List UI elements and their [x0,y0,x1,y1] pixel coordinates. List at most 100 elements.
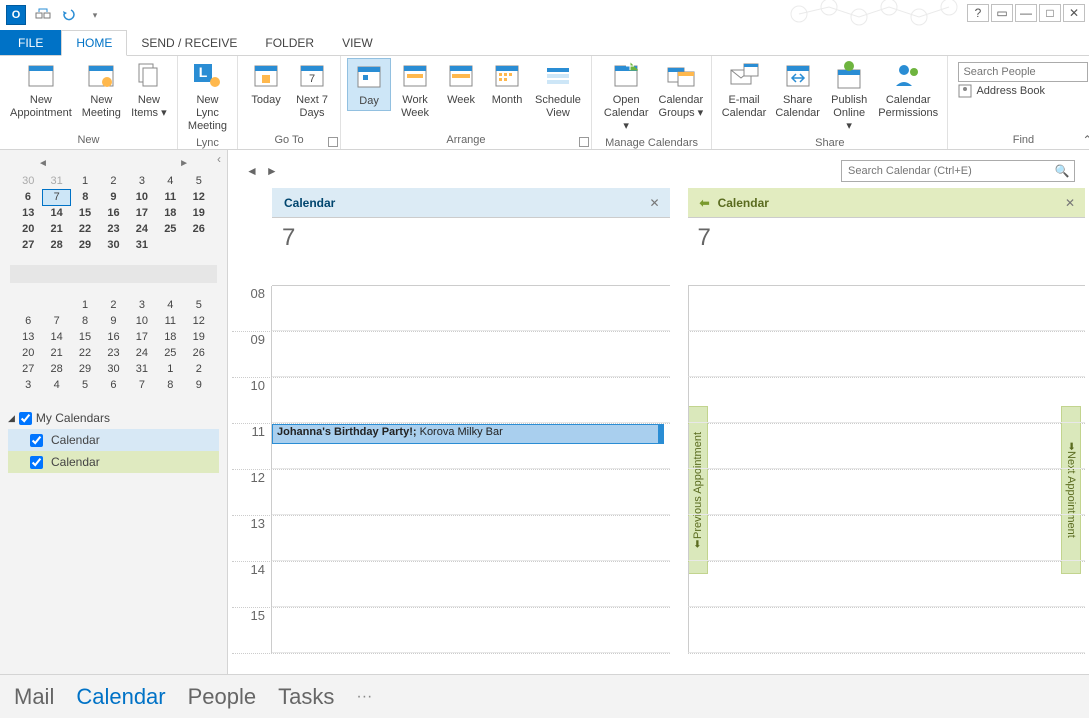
label: Calendar [51,455,100,469]
label: Work Week [401,94,429,120]
label: Day [359,95,379,108]
tab-file[interactable]: FILE [0,30,61,55]
tab-folder[interactable]: FOLDER [251,30,328,55]
dialog-launcher-icon[interactable] [579,137,589,147]
label: Calendar [718,196,769,210]
schedule-view-button[interactable]: Schedule View [531,58,585,122]
open-calendar-button[interactable]: Open Calendar ▾ [598,58,655,135]
next-day-icon[interactable]: ► [262,164,282,178]
group-label: Manage Calendars [598,135,705,151]
calendar-item-1[interactable]: Calendar [8,429,219,451]
calendar-groups-button[interactable]: Calendar Groups ▾ [656,58,705,122]
maximize-icon[interactable]: □ [1039,4,1061,22]
publish-online-button[interactable]: Publish Online ▾ [825,58,872,135]
minimize-icon[interactable]: — [1015,4,1037,22]
calendar-permissions-button[interactable]: Calendar Permissions [875,58,942,122]
label: Address Book [976,85,1044,97]
label: New Meeting [82,94,121,120]
label: New Items ▾ [131,94,166,120]
outlook-icon: O [6,5,26,25]
day-button[interactable]: Day [347,58,391,111]
help-icon[interactable]: ? [967,4,989,22]
appointment[interactable]: Johanna's Birthday Party!; Korova Milky … [272,424,664,444]
calendar-checkbox[interactable] [30,434,43,447]
tab-view[interactable]: VIEW [328,30,387,55]
day-header-2: 7 [688,218,1086,286]
search-icon[interactable]: 🔍 [1050,164,1074,178]
svg-text:7: 7 [309,73,315,85]
week-button[interactable]: Week [439,58,483,109]
email-calendar-button[interactable]: E-mail Calendar [718,58,770,122]
search-calendar-input[interactable] [842,165,1050,177]
address-book-button[interactable]: Address Book [958,84,1088,98]
label: New Lync Meeting [188,94,227,133]
label: Today [251,94,280,107]
new-lync-meeting-button[interactable]: L New Lync Meeting [184,58,231,135]
nav-tasks[interactable]: Tasks [278,684,334,710]
calendar-item-2[interactable]: Calendar [8,451,219,473]
prev-month-icon[interactable]: ◄ [38,158,48,169]
send-receive-qat-icon[interactable] [34,6,52,24]
nav-mail[interactable]: Mail [14,684,54,710]
group-label: Share [718,135,941,151]
qat-customize-icon[interactable]: ▾ [86,6,104,24]
ribbon-group-manage: Open Calendar ▾ Calendar Groups ▾ Manage… [592,56,712,149]
my-calendars-checkbox[interactable] [19,412,32,425]
label: E-mail Calendar [722,94,767,120]
calendar-checkbox[interactable] [30,456,43,469]
close-tab-icon[interactable]: ✕ [1065,196,1075,210]
calendar-pane-1: Calendar✕ 7 08091011Johanna's Birthday P… [272,188,670,674]
ribbon-group-find: Address Book Find ⌃ [948,56,1089,149]
group-label: Go To [244,132,334,148]
calendar-tab-2[interactable]: ⬅ Calendar ✕ [688,188,1086,218]
group-label: Arrange [347,132,585,148]
decorative-pattern [779,0,999,29]
next-month-icon[interactable]: ► [179,158,189,169]
ribbon-tabs: FILE HOME SEND / RECEIVE FOLDER VIEW [0,30,1089,56]
my-calendars-header[interactable]: ◢My Calendars [8,407,219,429]
new-meeting-button[interactable]: New Meeting [78,58,125,122]
search-calendar[interactable]: 🔍 [841,160,1075,182]
collapse-ribbon-icon[interactable]: ⌃ [1082,133,1089,147]
close-tab-icon[interactable]: ✕ [649,196,659,210]
calendar-pane-2: ⬅ Calendar ✕ 7 ⬅ Previous Appointment ➡ Ne… [688,188,1086,674]
next-7-days-button[interactable]: 7Next 7 Days [290,58,334,122]
nav-more-icon[interactable]: ··· [356,688,372,706]
time-grid-1[interactable]: 08091011Johanna's Birthday Party!; Korov… [232,286,670,674]
collapse-sidebar-icon[interactable]: ‹ [217,152,221,166]
calendar-divider [10,265,217,283]
month-button[interactable]: Month [485,58,529,109]
label: Calendar Permissions [878,94,938,120]
prev-day-icon[interactable]: ◄ [242,164,262,178]
nav-calendar[interactable]: Calendar [76,684,165,710]
label: Calendar Groups ▾ [659,94,704,120]
tab-home[interactable]: HOME [61,30,127,56]
ribbon-group-new: New Appointment New Meeting New Items ▾ … [0,56,178,149]
mini-calendar-2[interactable]: 1234567891011121314151617181920212223242… [0,293,227,403]
ribbon-display-icon[interactable]: ▭ [991,4,1013,22]
search-people-input[interactable] [958,62,1088,82]
label: Week [447,94,475,107]
group-label: New [6,132,171,148]
nav-people[interactable]: People [188,684,257,710]
label: Open Calendar ▾ [602,94,651,133]
new-items-button[interactable]: New Items ▾ [127,58,171,122]
tab-send-receive[interactable]: SEND / RECEIVE [127,30,251,55]
ribbon: New Appointment New Meeting New Items ▾ … [0,56,1089,150]
close-icon[interactable]: ✕ [1063,4,1085,22]
share-calendar-button[interactable]: Share Calendar [772,58,824,122]
overlay-arrow-icon[interactable]: ⬅ [700,196,710,210]
group-label: Find [954,132,1089,148]
title-bar: O ▾ ? ▭ — □ ✕ [0,0,1089,30]
svg-text:L: L [199,64,208,80]
calendar-main: ◄► 🔍 Calendar✕ 7 08091011Johanna's Birth… [228,150,1089,674]
new-appointment-button[interactable]: New Appointment [6,58,76,122]
undo-icon[interactable] [60,6,78,24]
ribbon-group-arrange: Day Work Week Week Month Schedule View A… [341,56,592,149]
work-week-button[interactable]: Work Week [393,58,437,122]
today-button[interactable]: Today [244,58,288,109]
calendar-tab-1[interactable]: Calendar✕ [272,188,670,218]
mini-calendar-1[interactable]: 3031123456789101112131415161718192021222… [0,169,227,263]
dialog-launcher-icon[interactable] [328,137,338,147]
time-grid-2[interactable]: ⬅ Previous Appointment ➡ Next Appointmen… [688,286,1086,674]
